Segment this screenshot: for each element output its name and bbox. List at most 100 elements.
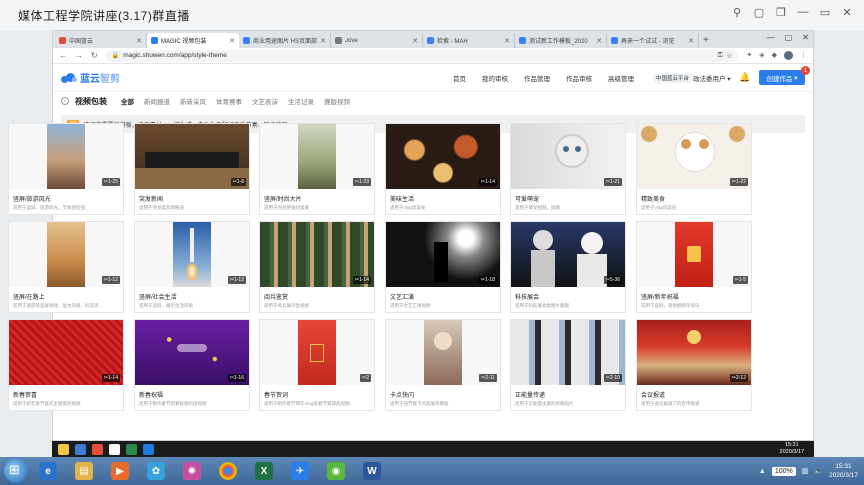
taskbar-chrome[interactable] [212, 459, 244, 483]
template-card[interactable]: ✂5-36 科技展会 适用于科技展会类图片集锦 [510, 221, 626, 313]
browser-close-icon[interactable]: ✕ [802, 33, 809, 42]
tab-close-icon[interactable]: ✕ [596, 37, 602, 45]
maximize-icon[interactable]: ▭ [814, 6, 836, 19]
browser-minimize-icon[interactable]: — [767, 33, 775, 42]
template-card[interactable]: ✂1-18 文艺汇演 适用于文艺汇演视频 [385, 221, 501, 313]
template-card[interactable]: ✂1-14 阅兵鉴赏 适用于阅兵展示类视频 [259, 221, 375, 313]
extension-icon[interactable]: ◆ [772, 51, 777, 60]
browser-tab[interactable]: 测试新工作模板_2020 ✕ [515, 33, 607, 48]
taskbar-explorer[interactable]: ▤ [68, 459, 100, 483]
nav-item[interactable]: 首页 [453, 73, 466, 83]
back-circle-icon[interactable]: ‹ [61, 97, 69, 105]
tab-close-icon[interactable]: ✕ [229, 37, 235, 45]
taskbar-player[interactable]: ▶ [104, 459, 136, 483]
browser-maximize-icon[interactable]: ▢ [785, 33, 793, 42]
create-work-button[interactable]: 创建作品 ▾ [759, 70, 805, 85]
user-name[interactable]: 政法委用户 ▾ [693, 73, 731, 83]
reload-icon[interactable]: ↻ [91, 51, 98, 60]
folder-icon[interactable] [58, 443, 69, 455]
nav-item[interactable]: 作品管理 [524, 73, 550, 83]
template-card[interactable]: ✂1-14 美味生活 适用于vlog风美食 [385, 123, 501, 215]
template-card[interactable]: ✂1-16 新春祝福 适用于制作春节新春祝福的短视频 [134, 319, 250, 411]
template-card[interactable]: ✂1-21 可爱萌宠 适用于萌宠视频，搞趣 [510, 123, 626, 215]
url-field[interactable]: 🔒 magic.shuwen.com/app/style-theme ⚿ ☆ [105, 49, 739, 62]
template-card[interactable]: ✂2-10 正能量传递 适用于正能量主题的新闻短片 [510, 319, 626, 411]
taskbar-ie[interactable]: e [32, 459, 64, 483]
site-logo[interactable]: 蓝云智剪 [61, 70, 120, 85]
back-icon[interactable]: ← [59, 51, 67, 60]
browser-tab[interactable]: 再来一个试试 - 浏览 ✕ [607, 33, 699, 48]
tab-close-icon[interactable]: ✕ [320, 37, 326, 45]
template-card[interactable]: ✂1-12 竖屏/社会生活 适用于竖屏，展示生活风貌 [134, 221, 250, 313]
nav-item[interactable]: 高级管理 [608, 73, 634, 83]
extension-icon[interactable]: ✦ [746, 51, 752, 60]
tab-label: 中国蓝云 [69, 39, 94, 45]
browser-tab[interactable]: MAGIC 视频包装 ✕ [147, 33, 239, 48]
taskbar-app[interactable]: ✿ [140, 459, 172, 483]
template-card[interactable]: ✂2-12 会议报道 适用于会议报道下的宣传报道 [636, 319, 752, 411]
template-card[interactable]: ✂1-22 精致美食 适用于vlog风美食 [636, 123, 752, 215]
tab-close-icon[interactable]: ✕ [412, 37, 418, 45]
taskbar-wechat[interactable]: ◉ [320, 459, 352, 483]
tray-arrow-icon[interactable]: ▲ [759, 468, 766, 475]
app-icon[interactable] [143, 443, 154, 455]
new-tab-button[interactable]: + [703, 35, 709, 46]
browser-tab[interactable]: Jove ✕ [331, 33, 423, 48]
excel-icon[interactable] [126, 443, 137, 455]
tab-close-icon[interactable]: ✕ [504, 37, 510, 45]
category-tab[interactable]: 文艺表演 [252, 96, 278, 106]
clip-count-badge: ✂5-36 [603, 276, 622, 284]
network-icon[interactable]: ▥ [802, 467, 809, 475]
browser-tab[interactable]: 检索 - MAH ✕ [423, 33, 515, 48]
close-icon[interactable]: ✕ [836, 6, 858, 19]
chrome-icon[interactable] [109, 443, 120, 455]
pin-icon[interactable]: ⚲ [726, 6, 748, 19]
template-card[interactable]: ✂1-14 新春贺喜 适用于新年春节喜庆主题类的视频 [8, 319, 124, 411]
app-icon[interactable] [92, 443, 103, 455]
profile-avatar[interactable] [784, 51, 793, 60]
extension-icon[interactable]: ◈ [759, 51, 764, 60]
clip-count-badge: ✂1-12 [227, 276, 246, 284]
template-card[interactable]: ✂1-5 竖屏/新年祝福 适用于竖屏，短视频新年快乐 [636, 221, 752, 313]
zoom-level[interactable]: 100% [771, 466, 796, 476]
template-card[interactable]: ✂2 春节贺词 适用于制作春节拜年Vlog等春节贺辞类视频 [259, 319, 375, 411]
template-card[interactable]: ✂1-23 竖屏/时尚大片 适用于时尚感强的竖屏 [259, 123, 375, 215]
tab-close-icon[interactable]: ✕ [136, 37, 142, 45]
taskbar-app[interactable]: ✈ [284, 459, 316, 483]
tab-close-icon[interactable]: ✕ [688, 37, 694, 45]
nav-item[interactable]: 作品审核 [566, 73, 592, 83]
browser-tab[interactable]: 商业用途图片 HS页面部 ✕ [239, 33, 331, 48]
menu-icon[interactable]: ⋮ [800, 51, 807, 60]
key-icon[interactable]: ⚿ [718, 52, 723, 60]
category-tab[interactable]: 赛版视频 [324, 96, 350, 106]
taskbar-app[interactable]: ✺ [176, 459, 208, 483]
category-tab[interactable]: 全部 [121, 96, 134, 106]
category-tab[interactable]: 生活记录 [288, 96, 314, 106]
start-button[interactable] [4, 459, 28, 483]
restore-icon[interactable]: ❐ [770, 6, 792, 19]
nav-item[interactable]: 我的审核 [482, 73, 508, 83]
volume-icon[interactable]: 🔈 [814, 467, 823, 475]
minimize-icon[interactable]: — [792, 6, 814, 19]
ie-icon[interactable] [75, 443, 86, 455]
taskbar-word[interactable]: W [356, 459, 388, 483]
browser-tab[interactable]: 中国蓝云 ✕ [55, 33, 147, 48]
category-tab[interactable]: 新闻报道 [144, 96, 170, 106]
template-card[interactable]: ✂1-25 竖屏/旅游风光 适用于竖屏，旅游风光，节奏感较强 [8, 123, 124, 215]
clip-count-badge: ✂1-14 [352, 276, 371, 284]
template-thumbnail: ✂2 [260, 320, 374, 385]
fullscreen-icon[interactable]: ▢ [748, 6, 770, 19]
template-thumbnail: ✂1-14 [260, 222, 374, 287]
clock[interactable]: 15:31 2020/3/17 [829, 462, 858, 480]
template-card[interactable]: ✂2-11 卡点快闪 适用于快节奏卡点类展现模板 [385, 319, 501, 411]
forward-icon[interactable]: → [75, 51, 83, 60]
folder-icon: ▤ [75, 462, 93, 480]
template-desc: 适用于vlog风美食 [390, 205, 426, 210]
bell-icon[interactable]: 🔔 [739, 72, 750, 83]
star-icon[interactable]: ☆ [727, 52, 733, 60]
category-tab[interactable]: 体育赛事 [216, 96, 242, 106]
template-card[interactable]: ✂1-8 突发新闻 适用于突发类新闻报道 [134, 123, 250, 215]
category-tab[interactable]: 新新采风 [180, 96, 206, 106]
taskbar-excel[interactable]: X [248, 459, 280, 483]
template-card[interactable]: ✂1-12 竖屏/在路上 适用于旅游等竖屏视频，复古风格，抖音等 [8, 221, 124, 313]
